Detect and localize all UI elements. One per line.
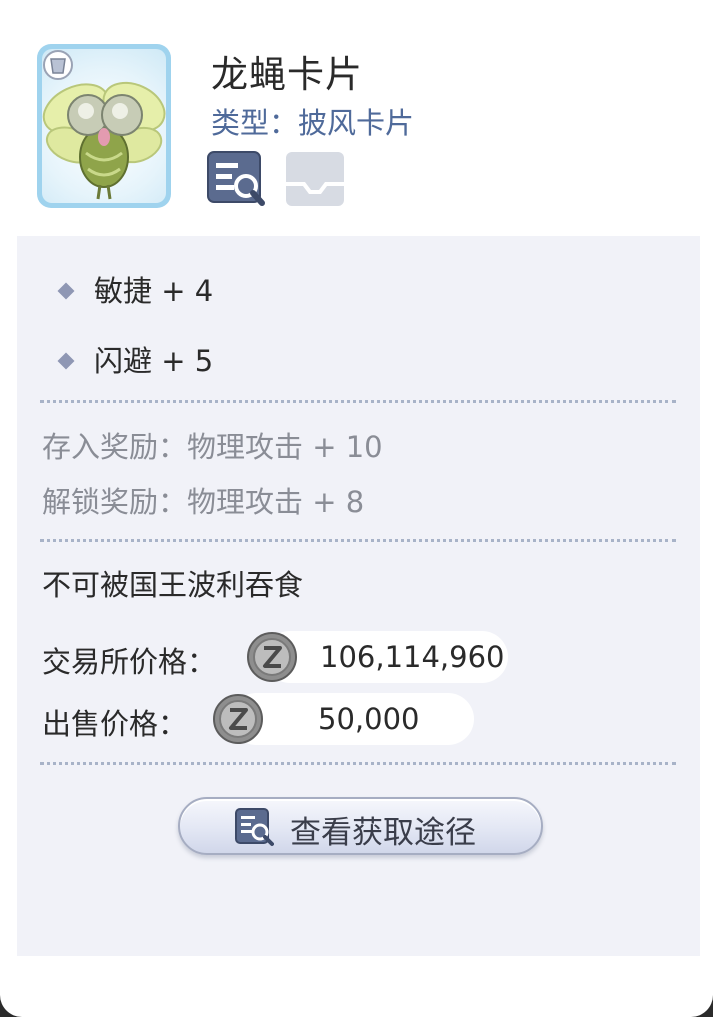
card-name: 龙蝇卡片 <box>211 53 363 96</box>
card-type: 类型：披风卡片 <box>211 106 415 140</box>
card-art <box>42 49 166 203</box>
zeny-coin-icon <box>213 694 263 744</box>
stat-agility: 敏捷 + 4 <box>57 268 214 310</box>
stat-flee: 闪避 + 5 <box>57 338 214 380</box>
bullet-icon <box>57 282 75 300</box>
search-document-icon <box>207 151 265 206</box>
bullet-icon <box>57 352 75 370</box>
card-tooltip-panel: 龙蝇卡片 类型：披风卡片 敏捷 + 4 闪避 + 5 存入奖励：物理攻击 + 1… <box>0 0 713 1017</box>
search-document-icon <box>235 808 274 846</box>
dragonfly-icon <box>42 50 166 200</box>
unlock-bonus: 解锁奖励：物理攻击 + 8 <box>42 485 365 519</box>
divider <box>40 400 676 403</box>
sell-price-row: 出售价格： 50,000 <box>42 693 482 745</box>
divider <box>40 762 676 765</box>
slot-tray-button[interactable] <box>284 150 346 208</box>
sell-price-label: 出售价格： <box>42 707 188 741</box>
stat-agility-label: 敏捷 + 4 <box>94 274 214 308</box>
card-thumbnail[interactable] <box>37 44 171 208</box>
stat-flee-label: 闪避 + 5 <box>94 344 214 378</box>
view-source-button[interactable]: 查看获取途径 <box>178 797 543 855</box>
deposit-bonus: 存入奖励：物理攻击 + 10 <box>42 430 383 464</box>
divider <box>40 539 676 542</box>
zeny-coin-icon <box>247 632 297 682</box>
exchange-price-value: 106,114,960 <box>320 640 505 674</box>
view-source-label: 查看获取途径 <box>290 815 476 851</box>
poring-king-note: 不可被国王波利吞食 <box>42 568 304 602</box>
sell-price-value: 50,000 <box>318 702 420 736</box>
source-lookup-button[interactable] <box>206 150 268 208</box>
exchange-price-row: 交易所价格： 106,114,960 <box>42 631 512 683</box>
tray-icon <box>286 152 344 206</box>
exchange-price-label: 交易所价格： <box>42 645 217 679</box>
